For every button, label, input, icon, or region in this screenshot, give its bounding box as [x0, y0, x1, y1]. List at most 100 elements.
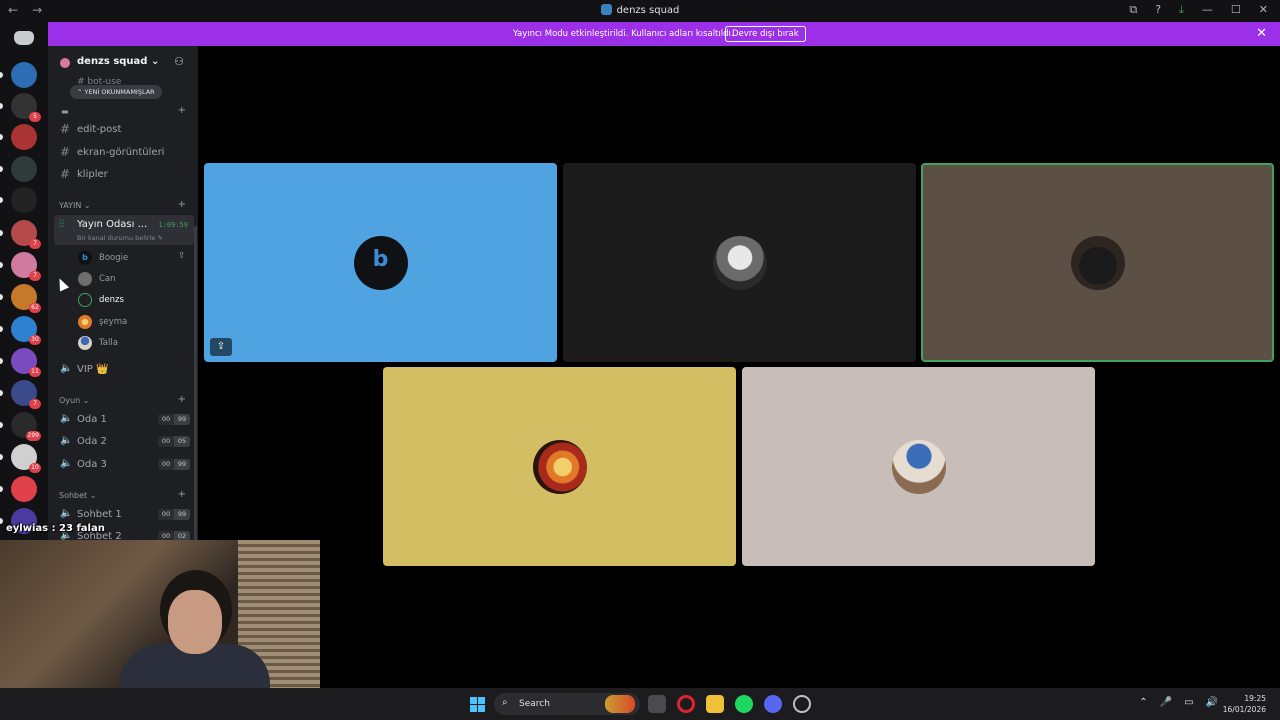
- sidebar-scrollbar[interactable]: [194, 226, 197, 542]
- close-button[interactable]: ✕: [1259, 3, 1268, 17]
- server-icon[interactable]: [11, 187, 37, 213]
- channel-sohbet-1[interactable]: 🔈 Sohbet 1 00 99: [56, 506, 190, 524]
- discord-home-icon[interactable]: [14, 31, 34, 45]
- user-limit: 00 99: [158, 414, 190, 425]
- category-oyun[interactable]: Oyun ⌄: [59, 396, 89, 405]
- add-channel-icon[interactable]: +: [178, 489, 186, 500]
- mention-badge: 30: [29, 335, 41, 345]
- avatar: b: [353, 235, 408, 290]
- server-icon[interactable]: 62: [11, 284, 41, 313]
- streamer-mode-banner: Yayıncı Modu etkinleştirildi. Kullanıcı …: [48, 22, 1280, 46]
- speaker-icon: 🔈: [60, 363, 73, 374]
- title-bar: ← → denzs squad ⧉ ? ⤓ — ☐ ✕: [0, 0, 1280, 22]
- mention-badge: 7: [29, 399, 41, 409]
- new-unreads-pill[interactable]: ⌃ YENİ OKUNMAMIŞLAR: [70, 85, 162, 99]
- server-icon[interactable]: 10: [11, 444, 41, 473]
- participant-tile-can[interactable]: [563, 163, 916, 362]
- unread-pip: [0, 294, 3, 300]
- channel-ekran-goruntuleri[interactable]: # ekran-görüntüleri: [56, 144, 190, 162]
- server-name: denzs squad: [77, 56, 148, 67]
- participant-tile-speaking[interactable]: [921, 163, 1274, 362]
- download-icon[interactable]: ⤓: [1179, 3, 1184, 17]
- channel-vip[interactable]: 🔈 VIP 👑: [56, 361, 190, 379]
- desktop: { "window": { "title": "denzs squad", "b…: [0, 0, 1280, 720]
- server-icon[interactable]: [11, 156, 37, 182]
- clock[interactable]: 19:25 16/01/2026: [1223, 693, 1266, 715]
- invite-icon[interactable]: ⚇: [174, 55, 184, 68]
- screen-share-icon[interactable]: ⇪: [210, 338, 232, 356]
- server-icon[interactable]: [11, 62, 37, 88]
- server-icon[interactable]: 5: [11, 93, 41, 122]
- server-icon[interactable]: 299: [11, 412, 41, 441]
- unread-pip: [0, 422, 3, 428]
- window-title: denzs squad: [0, 4, 1280, 16]
- server-icon[interactable]: 7: [11, 380, 41, 409]
- add-channel-icon[interactable]: +: [178, 394, 186, 405]
- spotify-icon[interactable]: [735, 695, 753, 713]
- windows-start-icon[interactable]: [470, 697, 485, 712]
- participant-tile-boogie[interactable]: b ⇪: [204, 163, 557, 362]
- unread-pip: [0, 72, 3, 78]
- add-channel-icon[interactable]: +: [178, 105, 186, 116]
- server-icon[interactable]: [11, 124, 37, 150]
- minimize-button[interactable]: —: [1202, 3, 1213, 17]
- help-icon[interactable]: ?: [1155, 3, 1161, 17]
- channel-klipler[interactable]: # klipler: [56, 166, 190, 184]
- server-icon[interactable]: 7: [11, 220, 41, 249]
- stream-chat-message: eylwias : 23 falan: [6, 523, 105, 534]
- server-icon[interactable]: 11: [11, 348, 41, 377]
- close-icon[interactable]: ✕: [1256, 26, 1267, 41]
- disable-streamer-mode-button[interactable]: Devre dışı bırak: [725, 26, 806, 42]
- unread-pip: [0, 326, 3, 332]
- participant-tile-talla[interactable]: [742, 367, 1095, 566]
- speaker-icon: 🔈: [60, 508, 73, 519]
- inbox-icon[interactable]: ⧉: [1129, 3, 1137, 17]
- server-icon[interactable]: 30: [11, 316, 41, 345]
- tray-overflow-icon[interactable]: ⌃: [1139, 697, 1147, 708]
- server-icon[interactable]: 7: [11, 252, 41, 281]
- avatar: [532, 439, 587, 494]
- mention-badge: 10: [29, 463, 41, 473]
- chevron-down-icon: ⌄: [150, 56, 160, 67]
- maximize-button[interactable]: ☐: [1231, 3, 1241, 17]
- taskbar: ⌕ Search ⌃ 🎤 ▭ 🔊 19:25 16/01/2026: [0, 688, 1280, 720]
- file-explorer-icon[interactable]: [706, 695, 724, 713]
- channel-edit-post[interactable]: # edit-post: [56, 121, 190, 139]
- avatar: [1070, 235, 1125, 290]
- microphone-icon[interactable]: 🎤: [1160, 697, 1172, 708]
- channel-oda-3[interactable]: 🔈 Oda 3 00 99: [56, 456, 190, 474]
- volume-icon[interactable]: 🔊: [1206, 697, 1218, 708]
- user-limit: 00 99: [158, 509, 190, 520]
- voice-channel-active[interactable]: ⫶⫶ Yayın Odası ... 1:09:59 Bir kanal dur…: [54, 215, 194, 245]
- category-yayin[interactable]: YAYIN ⌄: [59, 201, 91, 210]
- avatar: [891, 439, 946, 494]
- channel-oda-2[interactable]: 🔈 Oda 2 00 05: [56, 433, 190, 451]
- channel-status[interactable]: Bir kanal durumu belirle ✎: [77, 234, 163, 242]
- unread-pip: [0, 230, 3, 236]
- task-view-icon[interactable]: [648, 695, 666, 713]
- unread-pip: [0, 166, 3, 172]
- hash-icon: #: [60, 145, 71, 159]
- banner-text: Yayıncı Modu etkinleştirildi. Kullanıcı …: [513, 29, 734, 39]
- participant-tile-seyma[interactable]: [383, 367, 736, 566]
- unread-pip: [0, 358, 3, 364]
- folder-icon[interactable]: ▬: [61, 107, 69, 116]
- mention-badge: 5: [29, 112, 41, 122]
- hash-icon: #: [60, 122, 71, 136]
- add-channel-icon[interactable]: +: [178, 199, 186, 210]
- network-icon[interactable]: ▭: [1184, 697, 1193, 708]
- weather-widget-icon[interactable]: [605, 695, 635, 713]
- channel-oda-1[interactable]: 🔈 Oda 1 00 99: [56, 411, 190, 429]
- channel-sidebar: denzs squad ⌄ ⚇ # bot-use ⌃ YENİ OKUNMAM…: [48, 46, 198, 542]
- chatgpt-icon[interactable]: [793, 695, 811, 713]
- mention-badge: 11: [29, 367, 41, 377]
- server-icon[interactable]: [11, 476, 37, 502]
- server-header[interactable]: denzs squad ⌄ ⚇: [48, 46, 198, 80]
- category-sohbet[interactable]: Sohbet ⌄: [59, 491, 96, 500]
- server-rail: 5 7 7 62 30 11 7 299 10: [0, 22, 48, 542]
- discord-icon[interactable]: [764, 695, 782, 713]
- user-limit: 00 99: [158, 459, 190, 470]
- speaker-icon: 🔈: [60, 458, 73, 469]
- opera-icon[interactable]: [677, 695, 695, 713]
- mention-badge: 299: [25, 431, 41, 441]
